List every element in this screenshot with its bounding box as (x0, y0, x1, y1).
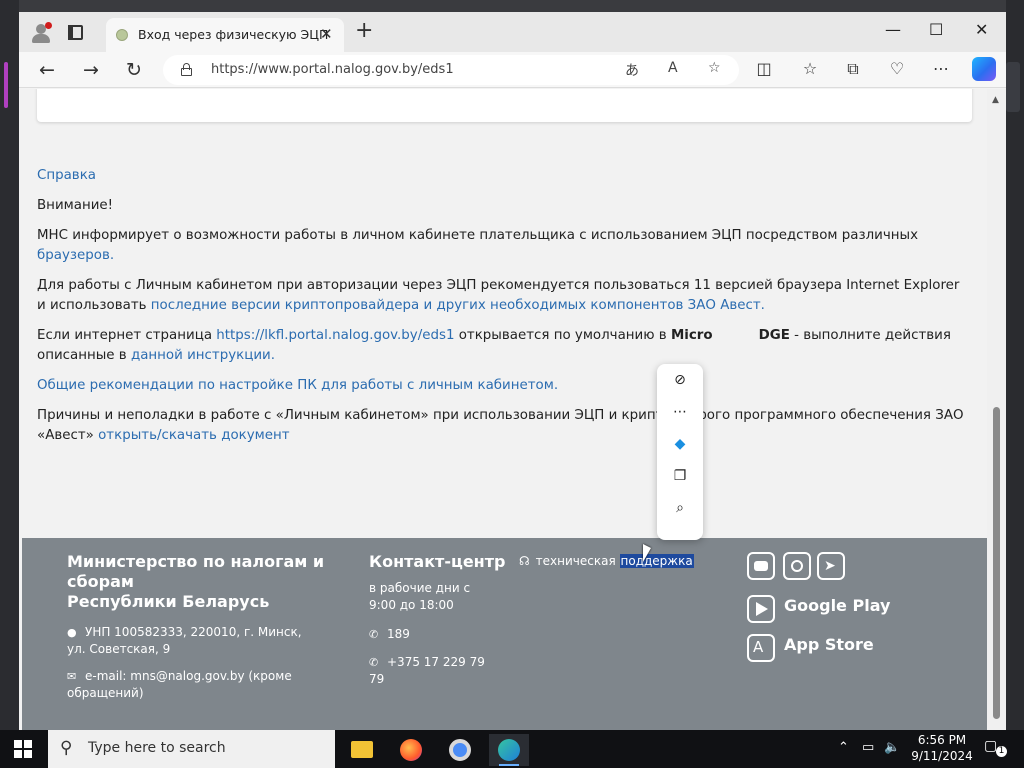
desktop-right-edge (1006, 0, 1024, 730)
pc-recommendations-link[interactable]: Общие рекомендации по настройке ПК для р… (37, 378, 558, 393)
paragraph-browsers: МНС информирует о возможности работы в л… (37, 228, 919, 263)
envelope-icon: ✉ (67, 670, 77, 683)
support-highlight: поддержка (619, 554, 694, 568)
copy-icon[interactable]: ❐ (669, 468, 691, 490)
site-favicon-icon (116, 29, 128, 41)
favorite-star-icon[interactable]: ☆ (708, 60, 721, 76)
mouse-cursor (643, 544, 651, 562)
split-screen-icon[interactable]: ◫ (753, 59, 775, 78)
back-arrow-icon[interactable]: ← (35, 58, 59, 82)
lock-icon[interactable] (181, 63, 192, 76)
browser-essentials-icon[interactable]: ♡ (886, 59, 908, 78)
taskbar-clock[interactable]: 6:56 PM 9/11/2024 (910, 732, 974, 764)
contact-workdays: в рабочие дни с 9:00 до 18:00 (369, 581, 471, 612)
scrollbar-thumb[interactable] (993, 407, 1000, 719)
windows-start-icon[interactable] (14, 740, 32, 758)
search-icon: ⚲ (60, 738, 73, 758)
help-link[interactable]: Справка (37, 168, 96, 183)
tab-close-button[interactable]: ✕ (320, 25, 333, 43)
new-tab-button[interactable]: + (355, 20, 373, 42)
footer-ministry-title: Министерство по налогам и сборам Республ… (67, 552, 325, 611)
settings-more-icon[interactable]: ⋯ (930, 59, 952, 78)
edge-icon[interactable] (489, 734, 529, 766)
instruction-link[interactable]: данной инструкции. (131, 348, 275, 363)
app-store-icon[interactable]: A (747, 634, 775, 662)
profile-icon[interactable] (29, 21, 53, 45)
browser-toolbar: ← → ↻ https://www.portal.nalog.gov.by/ed… (19, 52, 1006, 88)
avest-components-link[interactable]: последние версии криптопровайдера и друг… (151, 298, 765, 313)
location-pin-icon: ● (67, 626, 77, 639)
telegram-icon[interactable]: ➤ (817, 552, 845, 580)
instagram-icon[interactable] (783, 552, 811, 580)
browser-tab-active[interactable]: Вход через физическую ЭЦП ✕ (106, 18, 344, 52)
taskbar-search-placeholder[interactable]: Type here to search (88, 740, 226, 756)
attention-text: Внимание! (37, 198, 114, 213)
favorites-icon[interactable]: ☆ (799, 59, 821, 78)
phone-icon: ✆ (369, 656, 379, 669)
address-url[interactable]: https://www.portal.nalog.gov.by/eds1 (211, 62, 454, 77)
network-icon[interactable]: ▭ (862, 740, 874, 755)
youtube-icon[interactable] (747, 552, 775, 580)
read-aloud-icon[interactable]: A (668, 60, 678, 76)
headset-icon: ☊ (519, 554, 530, 568)
tab-title: Вход через физическую ЭЦП (138, 27, 329, 42)
open-download-link[interactable]: открыть/скачать документ (98, 428, 289, 443)
refresh-icon[interactable]: ↻ (122, 58, 146, 82)
taskbar-search[interactable]: ⚲ Type here to search (48, 730, 335, 768)
google-play-icon[interactable] (747, 595, 775, 623)
forward-arrow-icon[interactable]: → (79, 58, 103, 82)
chrome-icon[interactable] (440, 734, 480, 766)
tab-actions-icon[interactable] (65, 22, 87, 44)
phone-icon: ✆ (369, 628, 379, 641)
footer-email[interactable]: ✉ e-mail: mns@nalog.gov.by (кроме обращен… (67, 668, 307, 702)
phone-short[interactable]: ✆ 189 (369, 626, 410, 643)
more-options-icon[interactable]: ⋯ (669, 404, 691, 426)
firefox-icon[interactable] (391, 734, 431, 766)
copilot-icon[interactable] (972, 57, 996, 81)
tray-overflow-chevron-icon[interactable]: ⌃ (838, 740, 849, 755)
page-viewport: Справка Внимание! МНС информирует о возм… (19, 89, 987, 730)
page-scrollbar[interactable]: ▲ (987, 89, 1006, 730)
file-explorer-icon[interactable] (342, 734, 382, 766)
address-bar[interactable]: https://www.portal.nalog.gov.by/eds1 あ A… (163, 55, 739, 85)
minimize-button[interactable]: — (885, 20, 901, 39)
paragraph-ie: Для работы с Личным кабинетом при автори… (37, 278, 960, 313)
close-window-button[interactable]: ✕ (975, 20, 988, 39)
background-window-segment (1006, 62, 1020, 112)
contact-center-title: Контакт-центр (369, 552, 506, 571)
content-card (37, 89, 972, 122)
browsers-link[interactable]: браузеров. (37, 248, 114, 263)
page-content: Справка Внимание! МНС информирует о возм… (37, 166, 967, 456)
desktop-top-edge (0, 0, 1024, 12)
browser-window: Вход через физическую ЭЦП ✕ + — ☐ ✕ ← → … (19, 12, 1006, 730)
copilot-icon[interactable]: ◆ (669, 436, 691, 458)
notification-icon[interactable]: ▢ 1 (984, 738, 1007, 758)
tab-bar: Вход через физическую ЭЦП ✕ + — ☐ ✕ (19, 12, 1006, 52)
phone-long[interactable]: ✆ +375 17 229 79 79 (369, 654, 489, 688)
paragraph-issues: Причины и неполадки в работе с «Личным к… (37, 408, 964, 443)
maximize-button[interactable]: ☐ (929, 20, 943, 39)
site-footer: Министерство по налогам и сборам Республ… (22, 538, 987, 730)
lkfl-url-link[interactable]: https://lkfl.portal.nalog.gov.by/eds1 (216, 328, 454, 343)
taskbar: ⚲ Type here to search ⌃ ▭ 🔈 6:56 PM 9/11… (0, 730, 1024, 768)
footer-address: ● УНП 100582333, 220010, г. Минск, ул. Со… (67, 625, 302, 656)
google-play-link[interactable]: Google Play (784, 596, 890, 615)
hide-menu-icon[interactable]: ⊘ (669, 372, 691, 394)
background-window-strip (4, 62, 8, 108)
volume-muted-icon[interactable]: 🔈 (884, 740, 900, 755)
translate-icon[interactable]: あ (625, 60, 639, 80)
app-store-link[interactable]: App Store (784, 635, 874, 654)
edge-mini-menu: ⊘ ⋯ ◆ ❐ ⌕ (657, 364, 703, 540)
collections-icon[interactable]: ⧉ (842, 59, 864, 79)
tech-support-link[interactable]: ☊ техническая поддержка (519, 554, 694, 568)
scroll-up-arrow-icon[interactable]: ▲ (992, 95, 999, 105)
desktop-left-edge (0, 0, 19, 730)
paragraph-edge: Если интернет страница https://lkfl.port… (37, 328, 951, 363)
search-icon[interactable]: ⌕ (669, 500, 691, 522)
